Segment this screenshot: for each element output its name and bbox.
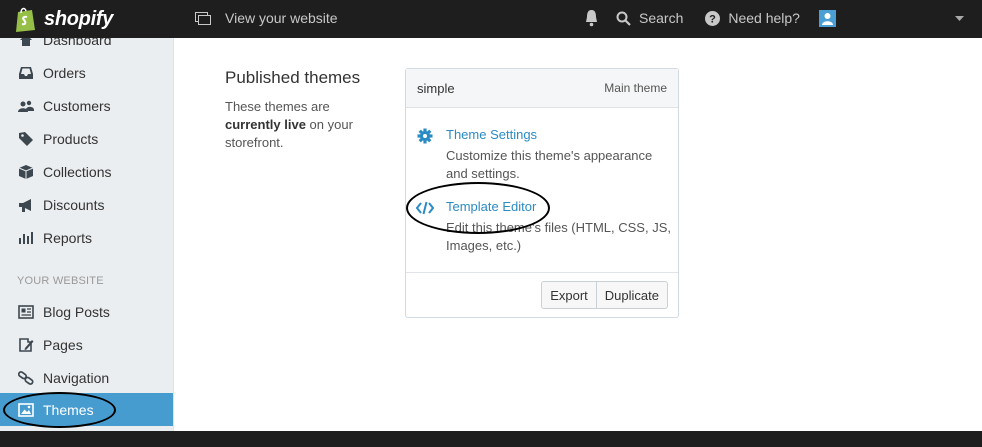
shopify-bag-icon — [16, 7, 35, 32]
pages-icon — [19, 337, 34, 352]
search-icon — [616, 11, 631, 26]
window-icon — [195, 11, 211, 25]
sidebar-item-reports[interactable]: Reports — [0, 221, 173, 254]
sidebar-item-themes[interactable]: Themes — [0, 393, 173, 426]
home-icon — [20, 38, 32, 46]
sidebar-item-pages[interactable]: Pages — [0, 328, 173, 361]
sidebar-item-label: Reports — [43, 229, 93, 246]
sidebar: Dashboard Orders Customers Products Coll… — [0, 38, 174, 431]
desc-bold-text: currently live — [225, 117, 306, 132]
top-bar: shopify View your website Search ? Need … — [0, 0, 982, 38]
help-button[interactable]: ? Need help? — [705, 10, 800, 26]
sidebar-item-customers[interactable]: Customers — [0, 89, 173, 122]
sidebar-item-label: Themes — [43, 401, 94, 418]
brand-name: shopify — [44, 7, 114, 30]
theme-card-header: simple Main theme — [406, 69, 678, 108]
theme-card: simple Main theme Theme Settings Customi… — [405, 68, 679, 318]
theme-name: simple — [417, 81, 455, 96]
sidebar-item-label: Blog Posts — [43, 303, 110, 320]
sidebar-item-discounts[interactable]: Discounts — [0, 188, 173, 221]
desc-text: These themes are — [225, 99, 330, 114]
bottom-bar — [0, 431, 982, 447]
tag-icon — [19, 131, 33, 146]
users-icon — [18, 100, 34, 112]
blog-icon — [18, 304, 34, 319]
template-editor-link[interactable]: Template Editor — [446, 199, 536, 214]
sidebar-item-label: Orders — [43, 64, 86, 81]
link-icon — [18, 370, 34, 385]
section-title: Published themes — [225, 68, 361, 87]
inbox-icon — [19, 66, 33, 79]
sidebar-item-label: Collections — [43, 163, 112, 180]
view-website-link[interactable]: View your website — [195, 10, 338, 26]
theme-settings-description: Customize this theme's appearance and se… — [446, 148, 653, 181]
sidebar-item-label: Products — [43, 130, 99, 147]
shopify-logo[interactable]: shopify — [14, 6, 113, 32]
theme-card-footer: Export Duplicate — [406, 272, 678, 318]
sidebar-item-orders[interactable]: Orders — [0, 56, 173, 89]
image-icon — [18, 402, 34, 417]
sidebar-item-dashboard[interactable]: Dashboard — [0, 38, 173, 56]
sidebar-item-navigation[interactable]: Navigation — [0, 361, 173, 394]
sidebar-item-label: Discounts — [43, 196, 105, 213]
duplicate-button[interactable]: Duplicate — [596, 281, 668, 309]
code-icon — [416, 201, 434, 215]
theme-button-group: Export Duplicate — [541, 281, 668, 309]
user-avatar-icon[interactable] — [819, 10, 836, 27]
search-label: Search — [639, 10, 684, 26]
svg-text:?: ? — [709, 13, 716, 25]
search-button[interactable]: Search — [616, 10, 683, 26]
sidebar-item-label: Dashboard — [43, 38, 112, 48]
view-website-label: View your website — [225, 10, 338, 26]
export-button[interactable]: Export — [541, 281, 597, 309]
sidebar-item-blog-posts[interactable]: Blog Posts — [0, 295, 173, 328]
section-label-your-website: YOUR WEBSITE — [17, 275, 104, 287]
bell-icon[interactable] — [583, 9, 600, 27]
sidebar-item-label: Pages — [43, 336, 83, 353]
section-description: These themes are currently live on your … — [225, 98, 385, 152]
sidebar-item-label: Navigation — [43, 369, 110, 386]
help-label: Need help? — [728, 10, 800, 26]
sidebar-item-products[interactable]: Products — [0, 122, 173, 155]
main-theme-badge: Main theme — [604, 81, 667, 95]
template-editor-description: Edit this theme's files (HTML, CSS, JS, … — [446, 220, 671, 253]
theme-settings-link[interactable]: Theme Settings — [446, 127, 537, 142]
sidebar-item-collections[interactable]: Collections — [0, 155, 173, 188]
caret-down-icon[interactable] — [955, 16, 964, 21]
published-themes-description: Published themes These themes are curren… — [225, 68, 385, 152]
help-icon: ? — [705, 10, 721, 26]
gear-icon — [417, 128, 433, 144]
box-icon — [18, 164, 34, 179]
sidebar-item-label: Customers — [43, 97, 111, 114]
megaphone-icon — [19, 198, 31, 212]
bar-chart-icon — [19, 231, 33, 244]
